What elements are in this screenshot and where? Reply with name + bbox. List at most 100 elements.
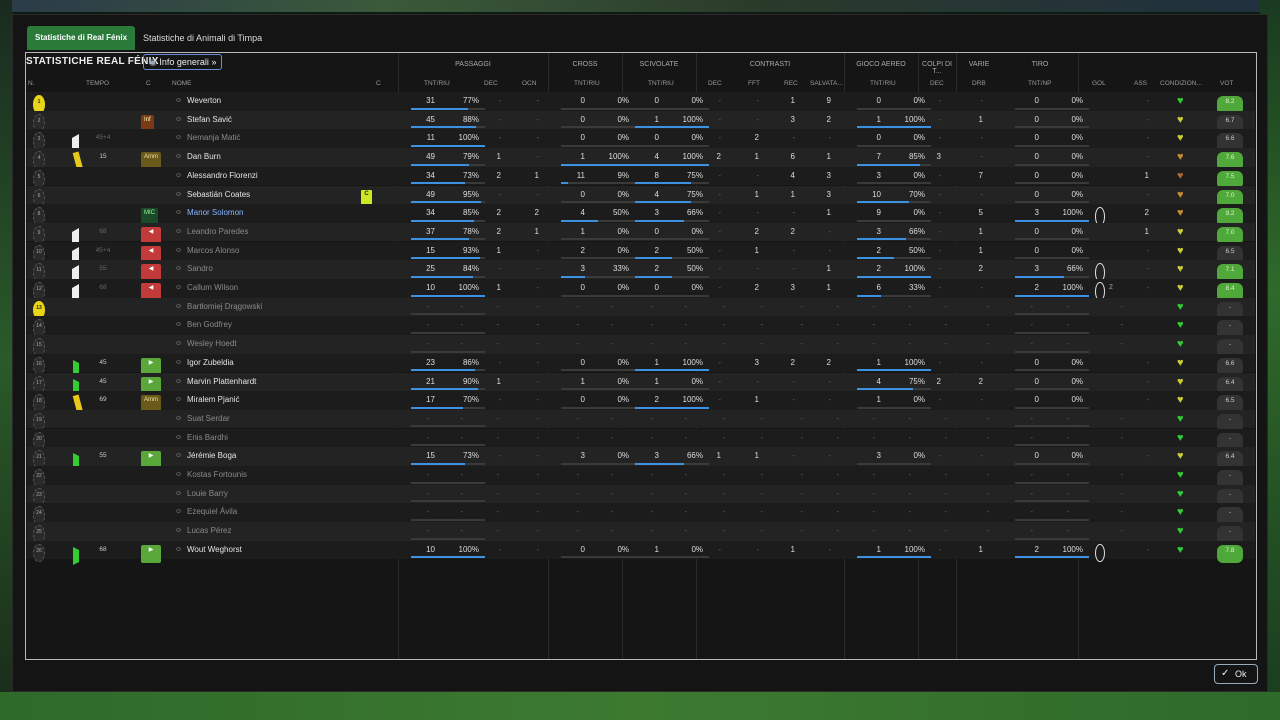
empty-stat: - bbox=[872, 488, 875, 498]
table-row[interactable]: 8 MIC ☺ Manor Solomon 34 85% 2 2 4 50% 3 66% - - -1 9 0%… bbox=[27, 204, 1255, 227]
column-header-gol[interactable]: GOL bbox=[1092, 80, 1106, 87]
column-header-c1[interactable]: C bbox=[146, 80, 151, 87]
tab-away-team-stats[interactable]: Statistiche di Animali di Timpa bbox=[135, 26, 270, 50]
empty-stat: - bbox=[800, 432, 803, 442]
column-header-sciv_tnt[interactable]: TNT/RIU bbox=[648, 80, 674, 87]
column-header-vot[interactable]: VOT bbox=[1220, 80, 1233, 87]
player-name[interactable]: Weverton bbox=[187, 92, 221, 111]
table-row[interactable]: 1 ☺ Weverton 31 77% - -0 0% 0 0% - -1 9 0 0% - -0 0% - ♥ 8.2 bbox=[27, 92, 1255, 115]
player-name[interactable]: Nemanja Matić bbox=[187, 129, 240, 148]
column-header-colpi_dec[interactable]: DEC bbox=[930, 80, 944, 87]
column-header-n[interactable]: N. bbox=[28, 80, 35, 87]
column-header-pass_tnt[interactable]: TNT/RIU bbox=[424, 80, 450, 87]
player-name[interactable]: Jérémie Boga bbox=[187, 447, 236, 466]
table-row[interactable]: 23 ☺ Louie Barry - - - - - - - - - - - - - - - - - - - ♥ - bbox=[27, 484, 1255, 508]
column-header-tiro_tnt[interactable]: TNT/NP bbox=[1028, 80, 1051, 87]
player-name[interactable]: Marcos Alonso bbox=[187, 242, 239, 261]
person-icon: ☺ bbox=[175, 153, 183, 161]
tab-home-team-stats[interactable]: Statistiche di Real Fénix bbox=[27, 26, 136, 50]
ok-button[interactable]: ✓ Ok bbox=[1214, 664, 1258, 684]
stat-duels-fft: - bbox=[756, 114, 759, 124]
column-header-nome[interactable]: NOME bbox=[172, 80, 192, 87]
player-name[interactable]: Leandro Paredes bbox=[187, 223, 248, 242]
empty-stat: - bbox=[650, 488, 653, 498]
table-row[interactable]: 22 ☺ Kostas Fortounis - - - - - - - - - - - - - - - - - - - ♥ - bbox=[27, 466, 1255, 489]
stat-passes-ocn: - bbox=[536, 544, 539, 554]
column-header-c2[interactable]: C bbox=[376, 80, 381, 87]
person-icon: ☺ bbox=[175, 284, 183, 291]
player-name[interactable]: Miralem Pjanić bbox=[187, 391, 239, 410]
table-row[interactable]: 12 68 ◀ ☺ Callum Wilson 10 100% 1-0 0% 0 0% -2 3 1 6 33… bbox=[27, 279, 1255, 303]
player-name[interactable]: Kostas Fortounis bbox=[187, 466, 247, 485]
empty-stat: - bbox=[800, 470, 803, 479]
player-name[interactable]: Stefan Savić bbox=[187, 111, 232, 130]
player-name[interactable]: Manor Solomon bbox=[187, 204, 243, 223]
table-row[interactable]: 21 55 ▶ ☺ Jérémie Boga 15 73% - -3 0% 3 66% 1 1- -3 0% -… bbox=[27, 447, 1255, 472]
stat-aerial-bar bbox=[857, 201, 909, 204]
player-name[interactable]: Sebastián Coates bbox=[187, 186, 250, 205]
player-name[interactable]: Wesley Hoedt bbox=[187, 335, 237, 354]
stat-assists: - bbox=[1146, 114, 1149, 124]
column-header-con_dec[interactable]: DEC bbox=[708, 80, 722, 87]
empty-stat: - bbox=[684, 488, 687, 498]
column-header-pass_ocn[interactable]: OCN bbox=[522, 80, 536, 87]
empty-stat: - bbox=[760, 526, 763, 536]
player-name[interactable]: Bartłomiej Drągowski bbox=[187, 298, 262, 317]
player-name[interactable]: Wout Weghorst bbox=[187, 541, 242, 560]
column-header-con_salv[interactable]: SALVATA... bbox=[810, 80, 843, 87]
player-name[interactable]: Suat Serdar bbox=[187, 410, 230, 429]
player-name[interactable]: Igor Zubeldia bbox=[187, 354, 234, 373]
table-row[interactable]: 2 Inf ☺ Stefan Savić 45 88% - -0 0% 1 100% - -3 2 1 100… bbox=[27, 110, 1255, 134]
player-name[interactable]: Lucas Pérez bbox=[187, 522, 231, 541]
person-icon: ☺ bbox=[175, 246, 183, 254]
stat-passes-bar bbox=[411, 126, 476, 129]
table-row[interactable]: 18 69 Amm ☺ Miralem Pjanić 17 70% - -0 0% 2 100% -1-… bbox=[27, 391, 1255, 415]
player-name[interactable]: Marvin Plattenhardt bbox=[187, 373, 256, 392]
table-row[interactable]: 26 68 ▶ ☺ Wout Weghorst 10 100% - -0 0% 1 0% - -1-1 10… bbox=[27, 540, 1255, 566]
player-name[interactable]: Louie Barry bbox=[187, 485, 228, 504]
stat-tackles-bar bbox=[635, 275, 672, 278]
column-header-ass[interactable]: ASS bbox=[1134, 80, 1147, 87]
table-row[interactable]: 9 68 ◀ ☺ Leandro Paredes 37 78% 2 1 1 0% 0 0% -2 2-3 66… bbox=[27, 222, 1255, 247]
table-row[interactable]: 6 ☺ Sebastián Coates C 49 95% - -0 0% 4 75% -1 1 3 10 7… bbox=[27, 185, 1255, 209]
column-header-pass_dec[interactable]: DEC bbox=[484, 80, 498, 87]
table-row[interactable]: 20 ☺ Enis Bardhi - - - - - - - - - - - - - - - - - - - ♥ - bbox=[27, 428, 1255, 452]
player-name[interactable]: Sandro bbox=[187, 260, 213, 279]
empty-stat: - bbox=[1120, 470, 1123, 479]
stat-dribbles: 1 bbox=[978, 114, 983, 124]
column-header-cross_tnt[interactable]: TNT/RIU bbox=[574, 80, 600, 87]
table-row[interactable]: 4 15 Amm ☺ Dan Burn 49 79% 1-1 100% 4 100% 2 1 6 1 7 85%… bbox=[27, 148, 1255, 172]
player-name[interactable]: Callum Wilson bbox=[187, 279, 238, 298]
column-header-varie_drb[interactable]: DRB bbox=[972, 80, 986, 87]
table-row[interactable]: 19 ☺ Suat Serdar - - - - - - - - - - - - - - - - - - - ♥ - bbox=[27, 409, 1255, 433]
table-row[interactable]: 14 ☺ Ben Godfrey - - - - - - - - - - - - - - - - - - - ♥ - bbox=[27, 316, 1255, 339]
stat-assists: - bbox=[1146, 245, 1149, 255]
table-row[interactable]: 13 ☺ Bartłomiej Drągowski - - - - - - - - - - - - - - - - -… bbox=[27, 297, 1255, 321]
player-name[interactable]: Ezequiel Ávila bbox=[187, 503, 237, 522]
column-header-aereo_tnt[interactable]: TNT/RIU bbox=[870, 80, 896, 87]
view-dropdown[interactable]: ◉ Info generali » bbox=[143, 54, 223, 70]
stat-aerial-bar bbox=[857, 388, 913, 391]
table-row[interactable]: 10 45+4 ◀ ☺ Marcos Alonso 15 93% 1-2 0% 2 50% -1- -2… bbox=[27, 241, 1255, 266]
player-name[interactable]: Enis Bardhi bbox=[187, 429, 228, 448]
table-row[interactable]: 24 ☺ Ezequiel Ávila - - - - - - - - - - - - - - - - - - - ♥ - bbox=[27, 503, 1255, 526]
column-header-con_fft[interactable]: FFT bbox=[748, 80, 760, 87]
column-header-cond[interactable]: CONDIZION... bbox=[1160, 80, 1202, 87]
table-row[interactable]: 5 ☺ Alessandro Florenzi 34 73% 2 1 11 9% 8 75% - -4 3… bbox=[27, 166, 1255, 190]
table-row[interactable]: 25 ☺ Lucas Pérez - - - - - - - - - - - - - - - - - - - ♥ - bbox=[27, 522, 1255, 545]
column-header-con_rec[interactable]: REC bbox=[784, 80, 798, 87]
stat-tackles-bar-track bbox=[635, 294, 709, 297]
player-name[interactable]: Ben Godfrey bbox=[187, 316, 232, 335]
column-header-tempo[interactable]: TEMPO bbox=[86, 80, 109, 87]
player-name[interactable]: Dan Burn bbox=[187, 148, 221, 167]
stat-duels-fft: 3 bbox=[754, 357, 759, 367]
table-row[interactable]: 16 45 ▶ ☺ Igor Zubeldia 23 86% - -0 0% 1 100% -3 2 2 1 1… bbox=[27, 353, 1255, 379]
table-row[interactable]: 15 ☺ Wesley Hoedt - - - - - - - - - - - - - - - - - - - ♥ - bbox=[27, 335, 1255, 358]
table-row[interactable]: 11 55 ◀ ☺ Sandro 25 84% - -3 33% 2 50% - - -1 2 100% -2 3 6… bbox=[27, 260, 1255, 284]
table-row[interactable]: 3 45+4 ☺ Nemanja Matić 11 100% - -0 0% 0 0% -2- -0 0%… bbox=[27, 129, 1255, 153]
stat-passes-bar bbox=[411, 406, 463, 409]
stat-assists: - bbox=[1146, 152, 1149, 162]
stat-tackles-bar bbox=[635, 182, 691, 185]
table-row[interactable]: 17 45 ▶ ☺ Marvin Plattenhardt 21 90% 1-1 0% 1 0% - -… bbox=[27, 372, 1255, 398]
player-name[interactable]: Alessandro Florenzi bbox=[187, 167, 258, 186]
